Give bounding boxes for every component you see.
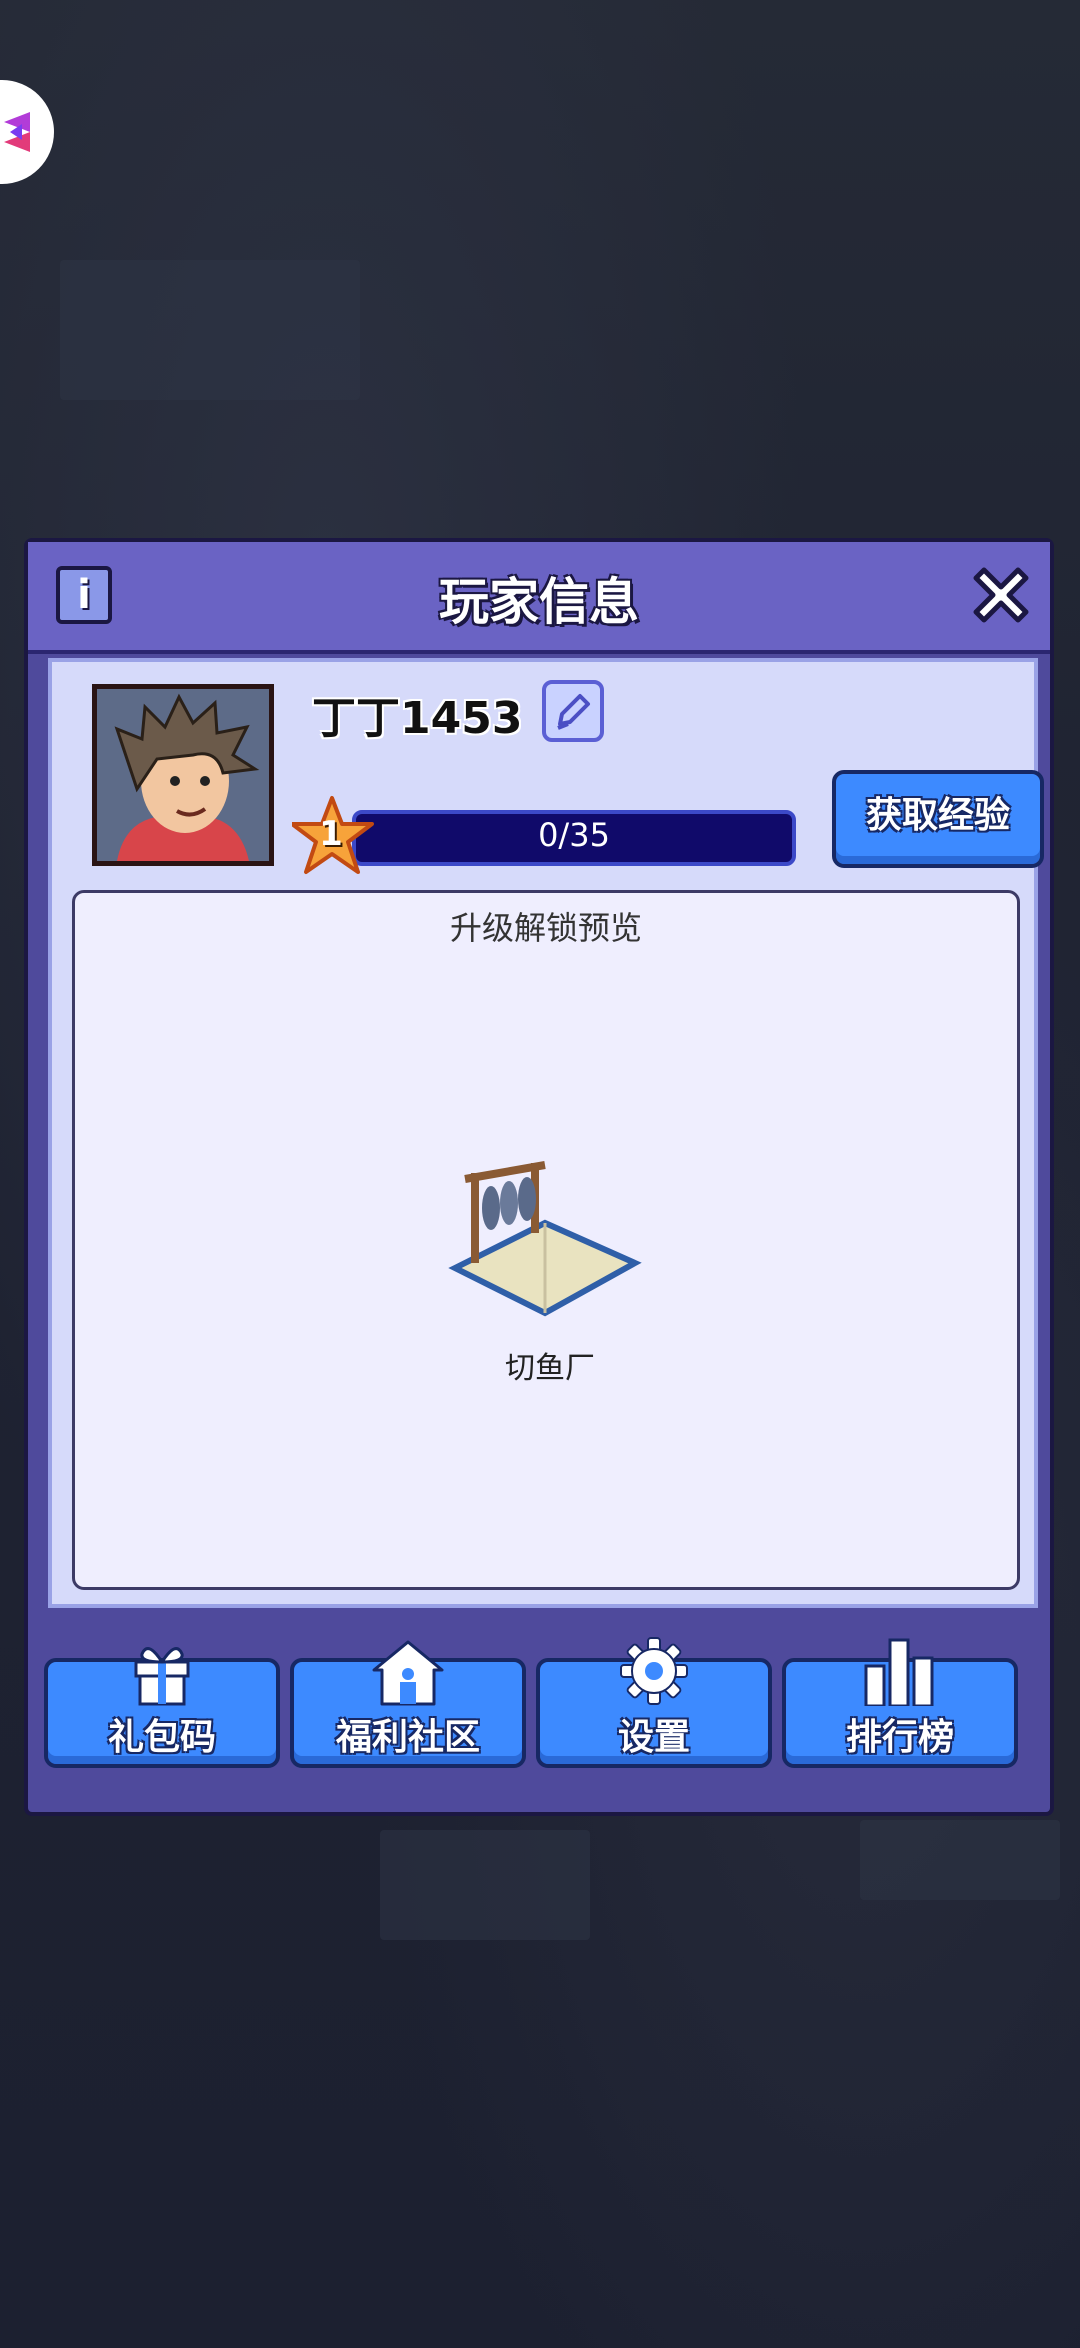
fish-cutting-factory-icon bbox=[448, 1161, 642, 1317]
assistant-logo-icon bbox=[4, 112, 30, 152]
gift-icon bbox=[134, 1647, 190, 1706]
edit-name-button[interactable] bbox=[542, 680, 604, 742]
dialog-title-bar: i 玩家信息 bbox=[28, 542, 1050, 654]
player-name: 丁丁1453 bbox=[312, 693, 523, 744]
bar-chart-icon bbox=[864, 1638, 934, 1708]
get-exp-label: 获取经验 bbox=[865, 795, 1010, 836]
player-info-dialog: i 玩家信息 丁丁1453 0/35 1 获取经验 升级解锁预览 切鱼厂 礼包码… bbox=[24, 538, 1054, 1816]
background-car bbox=[60, 260, 360, 400]
gear-icon bbox=[620, 1637, 688, 1705]
bar-chart-icon-wrap bbox=[786, 1636, 1014, 1708]
xp-text: 0/35 bbox=[538, 816, 610, 854]
unlock-preview-panel: 升级解锁预览 切鱼厂 bbox=[72, 890, 1020, 1590]
community-label: 福利社区 bbox=[335, 1717, 480, 1758]
player-portrait-icon bbox=[97, 689, 269, 861]
dialog-title: 玩家信息 bbox=[439, 573, 639, 631]
background-dock bbox=[860, 1820, 1060, 1900]
background-raft bbox=[380, 1830, 590, 1940]
house-icon-wrap bbox=[294, 1636, 522, 1706]
unlock-item-label: 切鱼厂 bbox=[505, 1351, 595, 1386]
bottom-action-bar: 礼包码 福利社区 设置 排行榜 bbox=[44, 1637, 1034, 1778]
gear-icon-wrap bbox=[540, 1636, 768, 1706]
pencil-icon bbox=[557, 694, 590, 730]
settings-button[interactable]: 设置 bbox=[536, 1637, 772, 1768]
xp-progress-bar: 0/35 bbox=[352, 810, 796, 866]
close-icon[interactable] bbox=[966, 560, 1036, 630]
settings-label: 设置 bbox=[617, 1717, 690, 1758]
get-exp-button[interactable]: 获取经验 bbox=[832, 770, 1044, 868]
preview-title: 升级解锁预览 bbox=[449, 909, 642, 947]
house-icon bbox=[372, 1640, 444, 1706]
player-profile-area: 丁丁1453 0/35 1 获取经验 升级解锁预览 切鱼厂 bbox=[48, 658, 1044, 1608]
leaderboard-button[interactable]: 排行榜 bbox=[782, 1638, 1018, 1768]
leaderboard-label: 排行榜 bbox=[845, 1717, 954, 1758]
level-number: 1 bbox=[319, 814, 343, 854]
unlock-item: 切鱼厂 bbox=[435, 1153, 665, 1413]
gift-icon-wrap bbox=[48, 1636, 276, 1706]
avatar[interactable] bbox=[92, 684, 274, 866]
gift-code-button[interactable]: 礼包码 bbox=[44, 1647, 280, 1768]
community-button[interactable]: 福利社区 bbox=[290, 1640, 526, 1768]
gift-code-label: 礼包码 bbox=[107, 1717, 216, 1758]
